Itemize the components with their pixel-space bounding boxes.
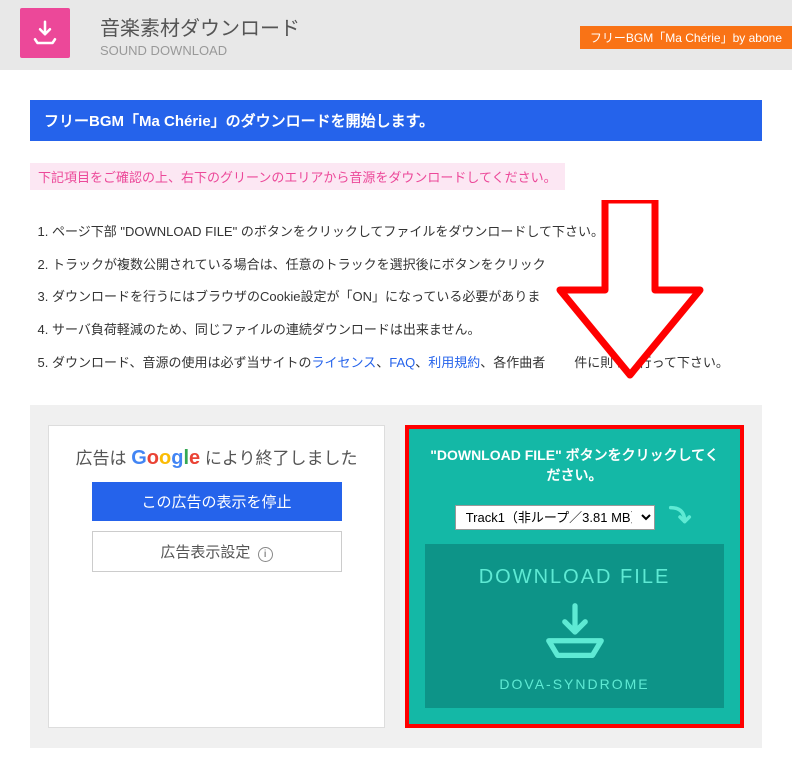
track-select[interactable]: Track1（非ループ／3.81 MB） — [455, 505, 655, 530]
page-header: 音楽素材ダウンロード SOUND DOWNLOAD フリーBGM「Ma Chér… — [0, 0, 792, 70]
step-5: ダウンロード、音源の使用は必ず当サイトのライセンス、FAQ、利用規約、各作曲者_… — [52, 351, 762, 376]
download-start-heading: フリーBGM「Ma Chérie」のダウンロードを開始します。 — [30, 100, 762, 141]
download-file-label: DOWNLOAD FILE — [435, 566, 714, 589]
lower-panel: 広告は Google により終了しました この広告の表示を停止 広告表示設定 i… — [30, 405, 762, 748]
ad-closed-text: 広告は Google により終了しました — [67, 444, 366, 470]
ad-settings-button[interactable]: 広告表示設定 i — [92, 531, 342, 572]
download-box: "DOWNLOAD FILE" ボタンをクリックしてください。 Track1（非… — [405, 425, 744, 728]
info-icon: i — [258, 547, 273, 562]
instruction-list: ページ下部 "DOWNLOAD FILE" のボタンをクリックしてファイルをダウ… — [30, 220, 762, 375]
step-4: サーバ負荷軽減のため、同じファイルの連続ダウンロードは出来ません。 — [52, 318, 762, 343]
download-file-button[interactable]: DOWNLOAD FILE DOVA-SYNDROME — [425, 544, 724, 708]
download-icon — [435, 597, 714, 670]
track-badge: フリーBGM「Ma Chérie」by abone — [580, 26, 792, 49]
curved-arrow-icon — [666, 503, 694, 534]
download-instruction: "DOWNLOAD FILE" ボタンをクリックしてください。 — [425, 445, 724, 485]
step-2: トラックが複数公開されている場合は、任意のトラックを選択後にボタンをクリック — [52, 253, 762, 278]
license-link[interactable]: ライセンス — [311, 355, 376, 370]
google-logo: Google — [131, 447, 200, 469]
track-select-row: Track1（非ループ／3.81 MB） — [425, 503, 724, 534]
faq-link[interactable]: FAQ — [389, 355, 415, 370]
step-1: ページ下部 "DOWNLOAD FILE" のボタンをクリックしてファイルをダウ… — [52, 220, 762, 245]
step-3: ダウンロードを行うにはブラウザのCookie設定が「ON」になっている必要があり… — [52, 285, 762, 310]
main-content: フリーBGM「Ma Chérie」のダウンロードを開始します。 下記項目をご確認… — [0, 70, 792, 778]
terms-link[interactable]: 利用規約 — [428, 355, 480, 370]
stop-ad-button[interactable]: この広告の表示を停止 — [92, 482, 342, 521]
ad-container: 広告は Google により終了しました この広告の表示を停止 広告表示設定 i — [48, 425, 385, 728]
instruction-note: 下記項目をご確認の上、右下のグリーンのエリアから音源をダウンロードしてください。 — [30, 163, 565, 190]
header-download-icon — [20, 8, 70, 58]
brand-label: DOVA-SYNDROME — [435, 676, 714, 692]
